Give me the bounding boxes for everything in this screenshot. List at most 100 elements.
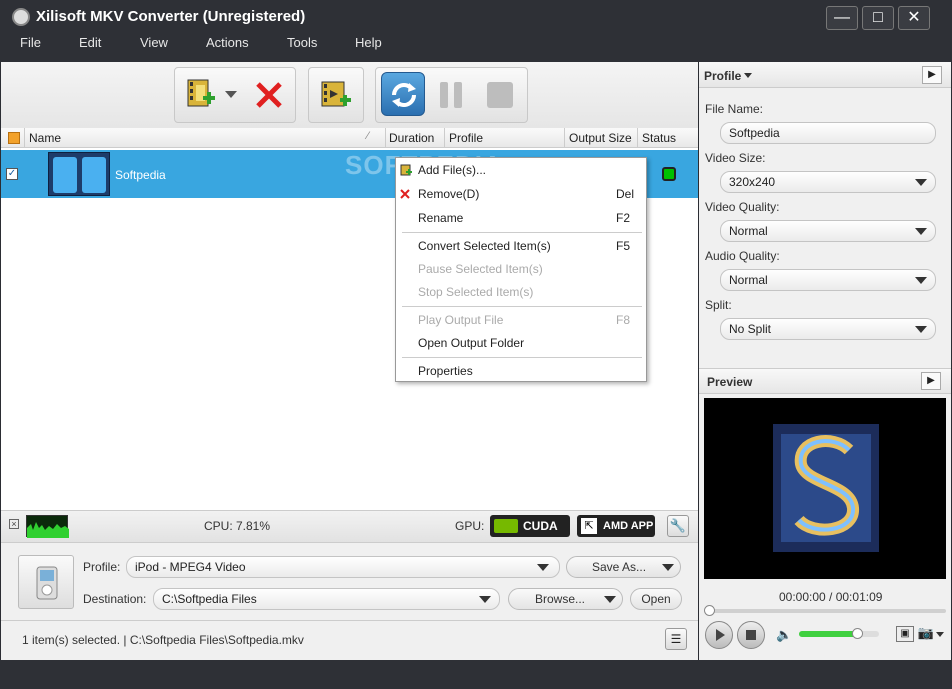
preview-video[interactable] <box>704 398 946 579</box>
convert-arrows-icon <box>392 83 416 107</box>
profile-panel-title[interactable]: Profile <box>704 69 741 83</box>
window-footer <box>0 660 952 689</box>
column-output-size[interactable]: Output Size <box>569 131 632 145</box>
collapse-icon[interactable]: × <box>9 519 19 529</box>
split-select[interactable]: No Split <box>720 318 936 340</box>
ctx-properties[interactable]: Properties <box>418 364 473 378</box>
audio-quality-value: Normal <box>729 273 768 287</box>
convert-button[interactable] <box>381 72 425 116</box>
video-size-label: Video Size: <box>705 151 766 165</box>
menu-edit[interactable]: Edit <box>79 35 101 50</box>
film-thumbnail-icon <box>53 157 106 193</box>
column-status[interactable]: Status <box>642 131 676 145</box>
softpedia-logo-icon <box>773 424 879 552</box>
play-button[interactable] <box>705 621 733 649</box>
ctx-convert-selected[interactable]: Convert Selected Item(s) <box>418 239 551 253</box>
browse-dropdown-icon[interactable] <box>604 596 616 603</box>
profile-dropdown-icon[interactable] <box>537 564 549 571</box>
ctx-pause-selected[interactable]: Pause Selected Item(s) <box>418 262 543 276</box>
pause-icon <box>440 82 462 108</box>
destination-label: Destination: <box>83 592 147 606</box>
menu-view[interactable]: View <box>140 35 168 50</box>
pause-button[interactable] <box>439 81 465 109</box>
audio-quality-label: Audio Quality: <box>705 249 780 263</box>
add-output-button[interactable] <box>320 78 352 110</box>
preview-time: 00:00:00 / 00:01:09 <box>779 590 883 604</box>
ipod-icon <box>36 566 58 600</box>
close-button[interactable]: ✕ <box>898 6 930 30</box>
menu-tools[interactable]: Tools <box>287 35 317 50</box>
window-title: Xilisoft MKV Converter (Unregistered) <box>36 8 306 25</box>
cpu-usage-text: CPU: 7.81% <box>204 519 271 533</box>
video-quality-label: Video Quality: <box>705 200 780 214</box>
ctx-convert-key: F5 <box>616 239 631 253</box>
split-dropdown-icon[interactable] <box>915 326 927 333</box>
snapshot-folder-icon[interactable]: ▣ <box>896 626 914 642</box>
ctx-rename-key: F2 <box>616 211 631 225</box>
ctx-play-output[interactable]: Play Output File <box>418 313 503 327</box>
add-film-icon <box>187 79 215 107</box>
column-duration[interactable]: Duration <box>389 131 434 145</box>
volume-icon[interactable]: 🔈 <box>776 627 792 643</box>
ctx-remove[interactable]: Remove(D) <box>418 187 479 201</box>
status-text: 1 item(s) selected. | C:\Softpedia Files… <box>22 633 304 647</box>
audio-quality-dropdown-icon[interactable] <box>915 277 927 284</box>
add-file-button[interactable] <box>186 78 216 110</box>
column-profile[interactable]: Profile <box>449 131 483 145</box>
nvidia-logo-icon <box>494 519 518 533</box>
video-size-select[interactable]: 320x240 <box>720 171 936 193</box>
ctx-add-files[interactable]: Add File(s)... <box>418 163 486 177</box>
menu-help[interactable]: Help <box>355 35 382 50</box>
video-quality-select[interactable]: Normal <box>720 220 936 242</box>
maximize-button[interactable]: □ <box>862 6 894 30</box>
video-size-value: 320x240 <box>729 175 776 189</box>
ctx-open-output-folder[interactable]: Open Output Folder <box>418 336 524 350</box>
seek-handle[interactable] <box>704 605 715 616</box>
file-name: Softpedia <box>115 168 166 182</box>
volume-handle[interactable] <box>851 628 863 639</box>
volume-slider[interactable] <box>799 631 879 637</box>
profile-select[interactable]: iPod - MPEG4 Video <box>126 556 560 578</box>
file-name-input[interactable]: Softpedia <box>720 122 936 144</box>
remove-x-icon <box>256 82 282 108</box>
audio-quality-select[interactable]: Normal <box>720 269 936 291</box>
cpu-graph <box>26 515 69 538</box>
task-list-icon[interactable]: ☰ <box>665 628 687 650</box>
ctx-stop-selected[interactable]: Stop Selected Item(s) <box>418 285 533 299</box>
amd-app-button[interactable]: ⇱ AMD APP <box>577 515 655 537</box>
add-dropdown-icon[interactable] <box>225 91 237 98</box>
column-name[interactable]: Name <box>29 131 61 145</box>
select-all-checkbox[interactable] <box>8 132 20 144</box>
menu-actions[interactable]: Actions <box>206 35 249 50</box>
profile-label: Profile: <box>83 560 121 574</box>
ctx-rename[interactable]: Rename <box>418 211 463 225</box>
seek-bar[interactable] <box>706 609 946 613</box>
stop-preview-button[interactable] <box>737 621 765 649</box>
destination-dropdown-icon[interactable] <box>479 596 491 603</box>
destination-value: C:\Softpedia Files <box>162 592 257 606</box>
cuda-label: CUDA <box>523 519 558 533</box>
row-checkbox[interactable]: ✓ <box>6 168 18 180</box>
remove-button[interactable] <box>254 80 284 110</box>
collapse-profile-icon[interactable]: ▶ <box>922 66 942 84</box>
open-button[interactable]: Open <box>630 588 682 610</box>
device-profile-button[interactable] <box>18 555 74 609</box>
status-ready-icon <box>662 167 676 181</box>
collapse-preview-icon[interactable]: ▶ <box>921 372 941 390</box>
stop-button[interactable] <box>487 82 513 108</box>
settings-wrench-icon[interactable]: 🔧 <box>667 515 689 537</box>
camera-dropdown-icon[interactable] <box>936 632 944 637</box>
split-value: No Split <box>729 322 772 336</box>
remove-small-icon <box>400 189 410 199</box>
profile-header-dropdown-icon[interactable] <box>744 73 752 78</box>
video-size-dropdown-icon[interactable] <box>915 179 927 186</box>
minimize-button[interactable]: — <box>826 6 858 30</box>
camera-icon[interactable]: 📷 <box>917 626 935 642</box>
cuda-button[interactable]: CUDA <box>490 515 570 537</box>
add-file-small-icon <box>400 164 412 176</box>
destination-select[interactable]: C:\Softpedia Files <box>153 588 500 610</box>
video-quality-value: Normal <box>729 224 768 238</box>
menu-file[interactable]: File <box>20 35 41 50</box>
video-quality-dropdown-icon[interactable] <box>915 228 927 235</box>
save-as-dropdown-icon[interactable] <box>662 564 674 571</box>
